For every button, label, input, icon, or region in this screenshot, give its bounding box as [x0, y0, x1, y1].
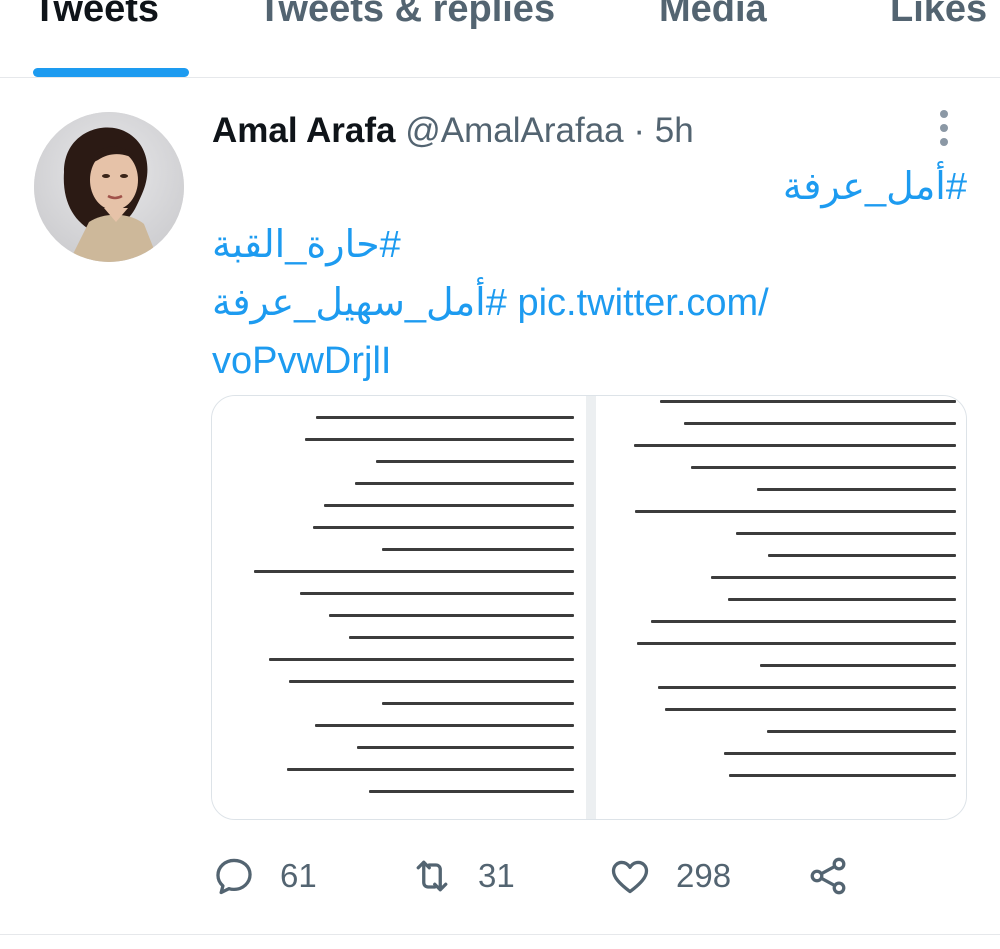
tweet-actions: 61 31 298 [212, 848, 972, 904]
document-text-line [289, 680, 574, 683]
tweet-divider [0, 934, 1000, 935]
document-text-line [369, 790, 574, 793]
active-tab-indicator [33, 68, 189, 77]
avatar-image [34, 112, 184, 262]
media-link-continued[interactable]: voPvwDrjlI [212, 340, 391, 382]
document-text-line [382, 702, 574, 705]
tab-tweets[interactable]: Tweets [33, 0, 159, 31]
document-text-line [711, 576, 956, 579]
document-text-line [376, 460, 574, 463]
document-text-line [767, 730, 956, 733]
document-text-line [757, 488, 956, 491]
document-text-line [684, 422, 956, 425]
heart-icon [611, 860, 649, 894]
retweet-count: 31 [478, 857, 515, 894]
document-text-line [665, 708, 956, 711]
document-text-line [728, 598, 956, 601]
document-text-line [254, 570, 574, 573]
avatar[interactable] [34, 112, 184, 262]
profile-tabs: Tweets Tweets & replies Media Likes [0, 0, 1000, 78]
document-text-line [382, 548, 574, 551]
document-text-line [355, 482, 574, 485]
tweet-header: Amal Arafa @AmalArafaa · 5h [212, 108, 694, 154]
separator-dot: · [633, 111, 646, 150]
share-button[interactable] [806, 848, 850, 904]
document-text-line [651, 620, 956, 623]
document-text-line [349, 636, 574, 639]
document-text-line [634, 444, 956, 447]
hashtag-amal-sohail-arafa[interactable]: #أمل_سهيل_عرفة [212, 282, 507, 324]
like-count: 298 [676, 857, 732, 894]
media-image-right[interactable] [596, 396, 966, 819]
document-text-line [300, 592, 574, 595]
document-text-line [637, 642, 956, 645]
media-link[interactable]: pic.twitter.com/ [517, 282, 768, 324]
tab-likes[interactable]: Likes [890, 0, 987, 31]
document-text-line [635, 510, 956, 513]
document-text-line [724, 752, 956, 755]
document-text-line [316, 416, 574, 419]
document-text-line [329, 614, 574, 617]
document-text-line [768, 554, 956, 557]
hashtag-harat-al-qobba[interactable]: #حارة_القبة [212, 224, 401, 266]
tweet-text: #أمل_عرفة #حارة_القبة #أمل_سهيل_عرفة pic… [212, 158, 967, 390]
document-text-line [269, 658, 574, 661]
display-name[interactable]: Amal Arafa [212, 111, 396, 150]
retweet-icon [416, 860, 448, 892]
document-text-line [315, 724, 574, 727]
document-text-line [760, 664, 956, 667]
document-text-line [357, 746, 574, 749]
document-text-line [324, 504, 574, 507]
document-text-line [736, 532, 956, 535]
document-text-line [691, 466, 956, 469]
reply-count: 61 [280, 857, 317, 894]
document-text-line [729, 774, 956, 777]
document-text-line [658, 686, 956, 689]
tab-media[interactable]: Media [659, 0, 767, 31]
reply-button[interactable]: 61 [212, 848, 317, 904]
like-button[interactable]: 298 [608, 848, 731, 904]
tab-tweets-and-replies[interactable]: Tweets & replies [258, 0, 555, 31]
media-image-left[interactable] [212, 396, 586, 819]
document-text-line [305, 438, 574, 441]
share-icon [810, 857, 846, 895]
document-text-line [660, 400, 956, 403]
document-text-line [313, 526, 574, 529]
tweet-media[interactable] [211, 395, 967, 820]
more-vertical-icon[interactable] [930, 108, 958, 148]
tweet-timestamp[interactable]: 5h [655, 111, 694, 150]
reply-icon [216, 858, 252, 895]
document-text-line [287, 768, 574, 771]
retweet-button[interactable]: 31 [410, 848, 515, 904]
user-handle[interactable]: @AmalArafaa [405, 111, 623, 150]
hashtag-amal-arafa[interactable]: #أمل_عرفة [783, 166, 967, 208]
media-divider [586, 396, 596, 819]
